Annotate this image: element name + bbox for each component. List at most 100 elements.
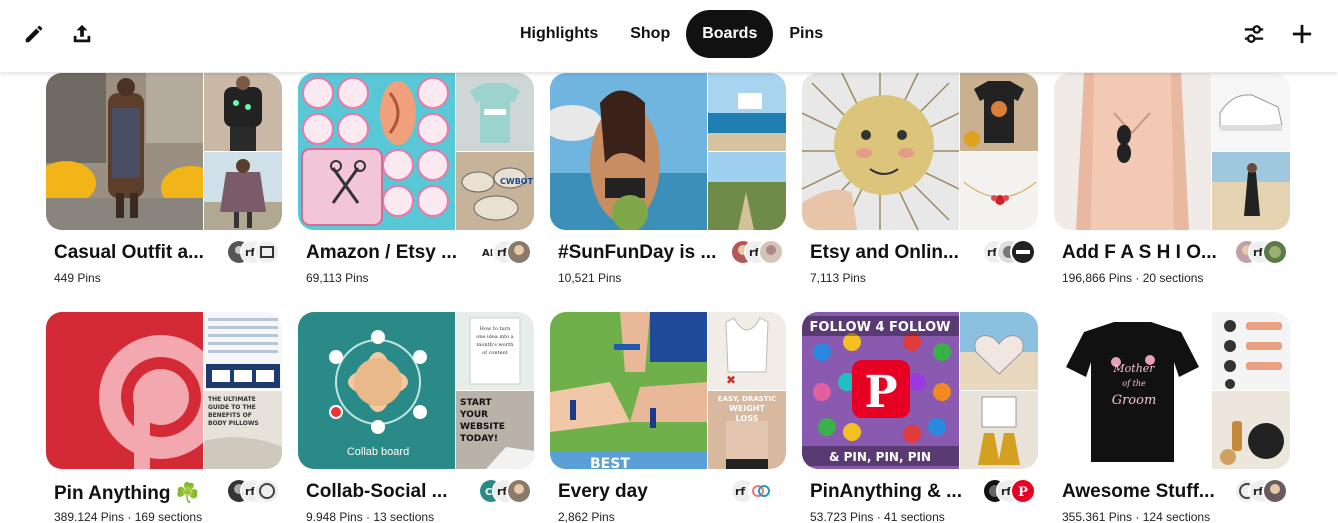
board-image [960,73,1038,151]
board-pin-count: 2,862 Pins [558,510,615,523]
board-image [1212,391,1290,469]
svg-text:WEBSITE: WEBSITE [460,422,505,432]
board-image: START YOUR WEBSITE TODAY! [456,391,534,469]
svg-text:rf: rf [735,485,745,498]
svg-text:THE ULTIMATE: THE ULTIMATE [208,396,256,403]
svg-text:FOLLOW 4 FOLLOW: FOLLOW 4 FOLLOW [810,320,951,335]
board-title: Amazon / Etsy ... [306,242,457,263]
profile-tabs: Highlights Shop Boards Pins [504,10,839,58]
board-image: Mother of the Groom [1054,312,1211,469]
board-cover: FOLLOW 4 FOLLOW P & PIN, PIN, PIN [802,312,1038,469]
svg-text:BODY PILLOWS: BODY PILLOWS [208,420,259,427]
avatar [254,478,280,504]
collaborator-avatars: C rf [478,478,534,504]
board-image [960,152,1038,230]
svg-text:Groom: Groom [1112,393,1157,408]
avatar [254,239,280,265]
svg-text:of content: of content [482,350,508,356]
board-title: PinAnything & ... [810,481,962,502]
board-image [204,73,282,151]
board-image: CWBOT [456,152,534,230]
board-cover [550,73,786,230]
collaborator-avatars: rf [226,478,282,504]
filter-icon[interactable] [1240,20,1268,48]
svg-text:YOUR: YOUR [459,410,488,420]
board-title: Collab-Social ... [306,481,448,502]
board-pin-count: 9.948 Pins · 13 sections [306,510,435,523]
svg-text:one idea into a: one idea into a [476,334,514,340]
board-image: Collab board [298,312,455,469]
board-pin-count: 69,113 Pins [306,271,369,285]
svg-text:& PIN, PIN, PIN: & PIN, PIN, PIN [829,450,931,464]
board-image [1054,73,1211,230]
board-cover [46,73,282,230]
tab-pins[interactable]: Pins [773,10,839,58]
board-image [960,312,1038,390]
board-pin-count: 53.723 Pins · 41 sections [810,510,945,523]
board-image [46,312,203,469]
board-pin-count: 196,866 Pins · 20 sections [1062,271,1204,285]
board-title: Every day [558,481,648,502]
board-cover: CWBOT [298,73,534,230]
board-cover: THE ULTIMATE GUIDE TO THE BENEFITS OF BO… [46,312,282,469]
board-image: ✖ [708,312,786,390]
top-bar: Highlights Shop Boards Pins [0,0,1338,72]
board-image [1212,312,1290,390]
board-cover [802,73,1038,230]
board-title: Add F A S H I O... [1062,242,1217,263]
board-title: Casual Outfit a... [54,242,204,263]
board-image [1212,152,1290,230]
tab-shop[interactable]: Shop [614,10,686,58]
plus-icon[interactable] [1288,20,1316,48]
svg-text:EASY, DRASTIC: EASY, DRASTIC [718,395,776,403]
avatar [1262,478,1288,504]
board-pin-count: 449 Pins [54,271,101,285]
svg-text:month's worth: month's worth [477,342,514,348]
collaborator-avatars: rf [730,478,786,504]
avatar [506,478,532,504]
collaborator-avatars: AI rf [478,239,534,265]
svg-text:of the: of the [1122,379,1146,388]
board-pin-count: 10,521 Pins [558,271,622,285]
board-cover [1054,73,1290,230]
avatar [1262,239,1288,265]
board-image: FOLLOW 4 FOLLOW P & PIN, PIN, PIN [802,312,959,469]
svg-text:BEST: BEST [590,456,630,469]
share-icon[interactable] [68,20,96,48]
tab-boards[interactable]: Boards [686,10,774,58]
avatar [506,239,532,265]
collaborator-avatars: rf [730,239,786,265]
tab-highlights[interactable]: Highlights [504,10,614,58]
collaborator-avatars: rf [226,239,282,265]
board-image [960,391,1038,469]
board-title: Etsy and Onlin... [810,242,959,263]
board-image [204,152,282,230]
board-pin-count: 7,113 Pins [810,271,866,285]
svg-text:GUIDE TO THE: GUIDE TO THE [208,404,256,411]
edit-icon[interactable] [20,20,48,48]
collaborator-avatars: rf [1234,478,1290,504]
board-image: BEST [550,312,707,469]
board-pin-count: 389.124 Pins · 169 sections [54,510,203,523]
board-cover: Mother of the Groom [1054,312,1290,469]
svg-text:Mother: Mother [1112,362,1155,375]
svg-text:P: P [1018,485,1028,500]
svg-text:How to turn: How to turn [480,326,511,332]
board-image: THE ULTIMATE GUIDE TO THE BENEFITS OF BO… [204,391,282,469]
board-image [708,152,786,230]
board-image [550,73,707,230]
avatar: P [1010,478,1036,504]
board-cover: Collab board How to turn one idea into a… [298,312,534,469]
board-title: Pin Anything ☘️ [54,483,200,504]
board-image [802,73,959,230]
svg-text:START: START [460,398,492,408]
svg-text:CWBOT: CWBOT [500,177,534,186]
svg-text:✖: ✖ [726,373,736,387]
avatar [1010,239,1036,265]
svg-text:TODAY!: TODAY! [460,434,498,444]
svg-text:BENEFITS OF: BENEFITS OF [208,412,252,419]
avatar [758,239,784,265]
board-image [46,73,203,230]
collaborator-avatars: rf [982,239,1038,265]
board-image [708,73,786,151]
